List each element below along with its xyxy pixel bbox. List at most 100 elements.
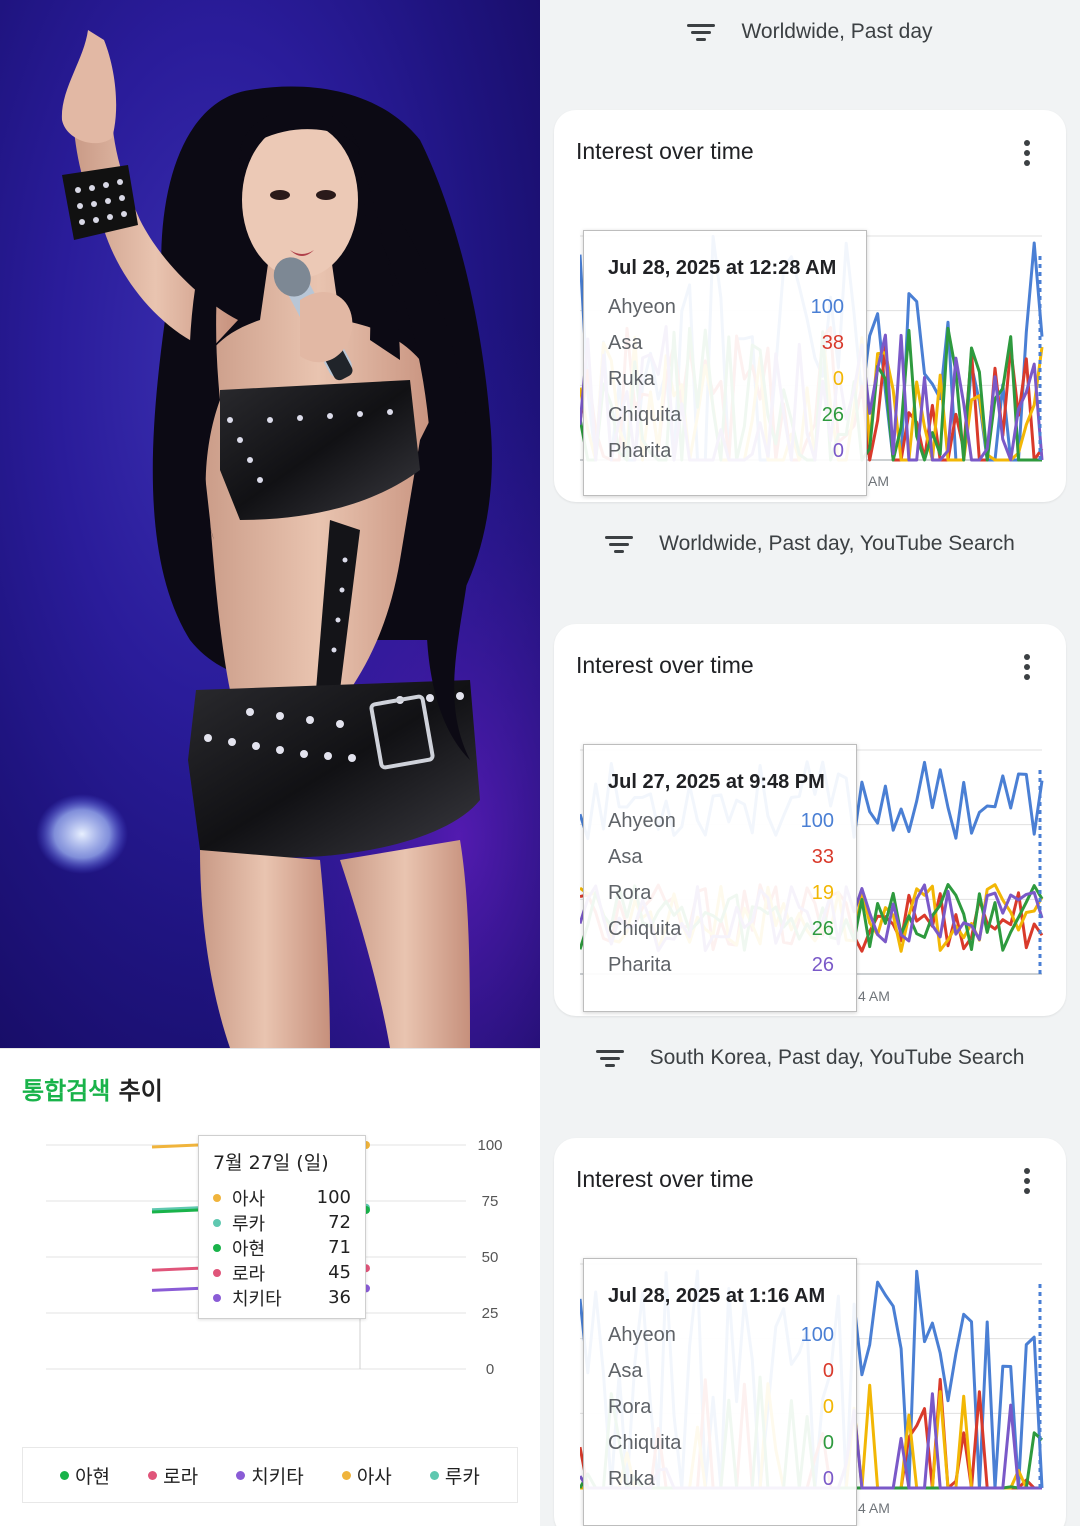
series-value: 0 [832, 440, 844, 462]
series-name: Ahyeon [608, 1324, 676, 1346]
interest-over-time-card: Interest over time AM Jul 28, 2025 at 12… [554, 110, 1066, 502]
series-name: Chiquita [608, 1432, 682, 1454]
series-name: Ahyeon [608, 296, 676, 318]
tooltip-row: 로라 45 [213, 1260, 351, 1285]
series-value: 26 [811, 954, 834, 976]
tooltip-row: 아사 100 [213, 1185, 351, 1210]
legend-item[interactable]: 루카 [429, 1462, 480, 1489]
series-name: Asa [608, 846, 643, 868]
series-name: Pharita [608, 440, 672, 462]
series-name: Ruka [608, 1468, 655, 1490]
interest-over-time-card: Interest over time 4 AM Jul 28, 2025 at … [554, 1138, 1066, 1526]
performer-illustration [0, 0, 540, 1048]
tooltip-row: Ahyeon 100 [608, 1324, 834, 1360]
legend-item[interactable]: 치키타 [236, 1462, 304, 1489]
series-dot [213, 1243, 221, 1252]
y-tick-label: 0 [486, 1361, 494, 1378]
series-value: 38 [821, 332, 844, 354]
card-title: Interest over time [576, 652, 754, 678]
tooltip-row: Rora 19 [608, 882, 834, 918]
series-dot [213, 1293, 221, 1302]
series-value: 0 [822, 1360, 834, 1382]
filter-bar[interactable]: Worldwide, Past day [540, 2, 1080, 62]
trend-tooltip: Jul 28, 2025 at 1:16 AM Ahyeon 100 Asa 0 Ror… [583, 1258, 857, 1526]
series-line [151, 1266, 199, 1272]
series-name: Rora [608, 882, 652, 904]
series-value: 72 [328, 1212, 351, 1233]
series-name: Ahyeon [608, 810, 676, 832]
series-name: 아현 [232, 1238, 266, 1260]
more-options-icon[interactable] [1024, 1168, 1030, 1194]
tooltip-row: Pharita 0 [608, 440, 844, 476]
tooltip-row: Ahyeon 100 [608, 810, 834, 846]
google-trends-column: Worldwide, Past day Interest over time A… [540, 0, 1080, 1526]
tooltip-row: 아현 71 [213, 1235, 351, 1260]
series-name: 치키타 [232, 1288, 282, 1310]
y-tick-label: 50 [482, 1249, 499, 1266]
series-dot [213, 1193, 221, 1202]
trend-tooltip: Jul 27, 2025 at 9:48 PM Ahyeon 100 Asa 33 Ro… [583, 744, 857, 1012]
series-name: 아사 [232, 1188, 266, 1210]
tooltip-date: 7월 27일 (일) [213, 1152, 329, 1174]
series-name: Chiquita [608, 918, 682, 940]
tooltip-row: Asa 0 [608, 1360, 834, 1396]
series-line [151, 1143, 199, 1149]
series-line [151, 1286, 199, 1292]
filter-label: South Korea, Past day, YouTube Search [649, 1046, 1025, 1069]
series-line [151, 1208, 199, 1214]
legend-dot [429, 1470, 439, 1480]
filter-bar[interactable]: South Korea, Past day, YouTube Search [540, 1028, 1080, 1088]
legend-dot [60, 1470, 70, 1480]
legend-label: 루카 [444, 1465, 480, 1488]
series-value: 45 [328, 1262, 351, 1283]
tooltip-row: Asa 33 [608, 846, 834, 882]
legend-label: 로라 [163, 1465, 199, 1488]
collage: 통합검색 추이 100 75 50 25 0 7월 27일 (일) 아사 100 루카 72 아… [0, 0, 1080, 1526]
series-value: 26 [821, 404, 844, 426]
series-value: 0 [822, 1432, 834, 1454]
series-dot [213, 1218, 221, 1227]
series-value: 0 [822, 1396, 834, 1418]
legend-dot [148, 1470, 158, 1480]
more-options-icon[interactable] [1024, 654, 1030, 680]
series-value: 71 [328, 1237, 351, 1258]
chart-tooltip: 7월 27일 (일) 아사 100 루카 72 아현 71 로라 45 치키타 36 [198, 1135, 366, 1319]
x-axis-label: 4 AM [858, 1500, 890, 1516]
filter-icon [687, 22, 716, 42]
tooltip-row: Ahyeon 100 [608, 296, 844, 332]
filter-bar[interactable]: Worldwide, Past day, YouTube Search [540, 514, 1080, 574]
series-value: 100 [800, 810, 834, 832]
tooltip-row: 루카 72 [213, 1210, 351, 1235]
series-value: 0 [822, 1468, 834, 1490]
legend-label: 아사 [356, 1465, 392, 1488]
series-dot [213, 1268, 221, 1277]
y-tick-label: 100 [477, 1137, 502, 1154]
chart-title: 통합검색 추이 [22, 1077, 163, 1105]
series-value: 26 [811, 918, 834, 940]
series-value: 100 [810, 296, 844, 318]
tooltip-date: Jul 28, 2025 at 12:28 AM [608, 257, 837, 279]
stage-light [36, 794, 128, 874]
tooltip-row: Asa 38 [608, 332, 844, 368]
legend-item[interactable]: 로라 [148, 1462, 198, 1489]
legend-dot [236, 1470, 246, 1480]
series-value: 36 [328, 1287, 351, 1308]
legend-label: 치키타 [251, 1465, 304, 1488]
filter-icon [595, 1048, 624, 1068]
series-value: 19 [811, 882, 834, 904]
y-tick-label: 25 [482, 1305, 499, 1322]
interest-over-time-card: Interest over time 4 AM Jul 27, 2025 at … [554, 624, 1066, 1016]
series-name: 루카 [232, 1213, 266, 1235]
series-value: 33 [811, 846, 834, 868]
series-value: 100 [800, 1324, 834, 1346]
series-name: Asa [608, 332, 643, 354]
series-name: Ruka [608, 368, 655, 390]
card-title: Interest over time [576, 138, 754, 164]
tooltip-row: Chiquita 26 [608, 918, 834, 954]
more-options-icon[interactable] [1024, 140, 1030, 166]
x-axis-label: 4 AM [858, 988, 890, 1004]
tooltip-date: Jul 28, 2025 at 1:16 AM [608, 1285, 826, 1307]
legend-item[interactable]: 아사 [341, 1462, 392, 1489]
legend-item[interactable]: 아현 [60, 1462, 110, 1489]
filter-icon [605, 534, 634, 554]
